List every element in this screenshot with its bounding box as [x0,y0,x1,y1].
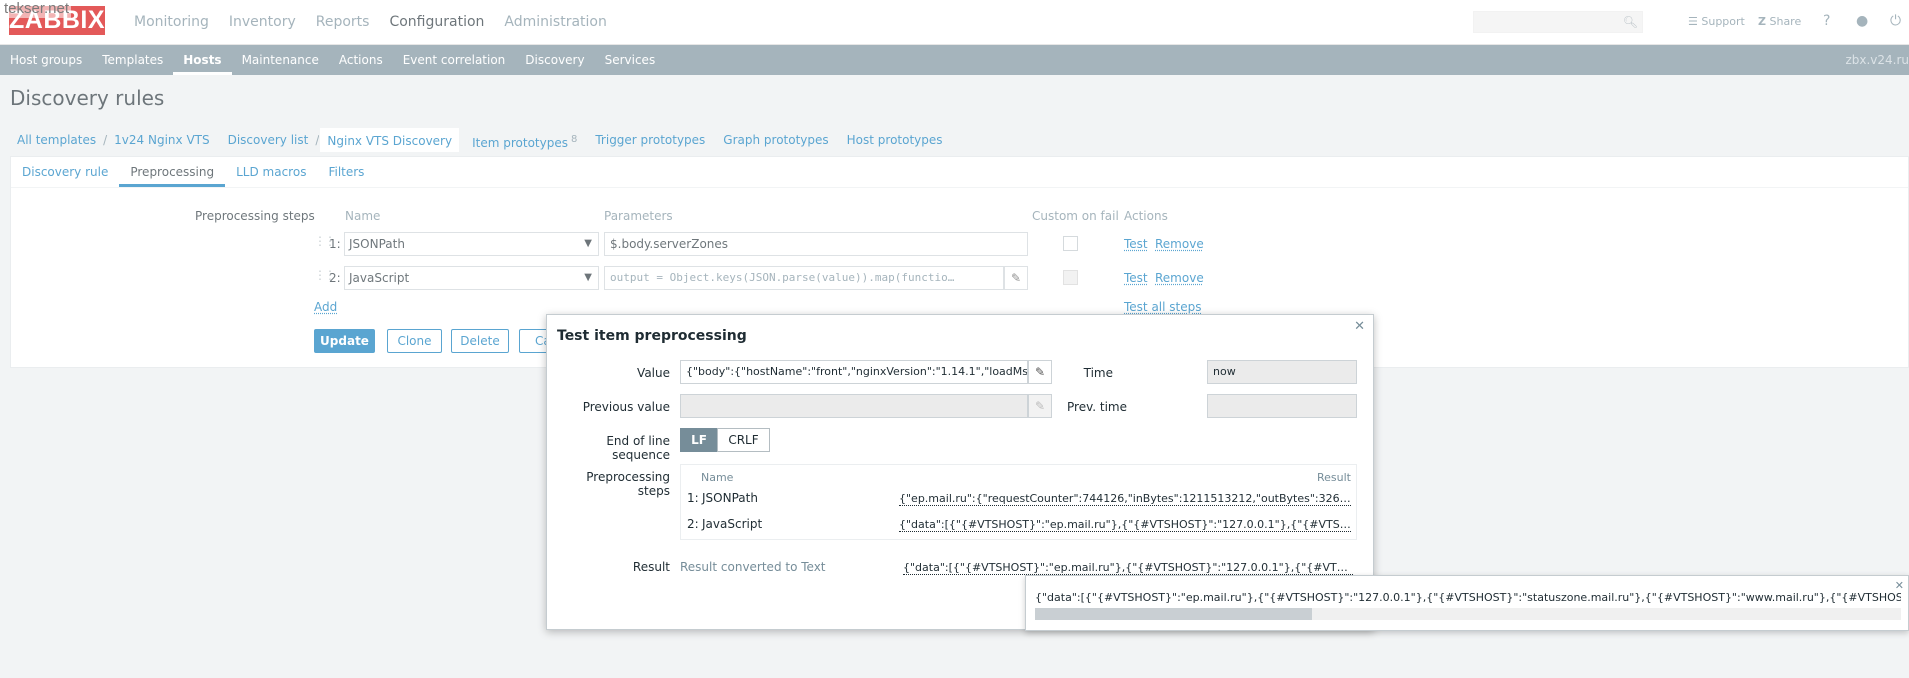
edit-icon[interactable]: ✎ [1028,360,1052,384]
prev-time-input[interactable] [1207,394,1357,418]
step-number: 2: [687,517,699,531]
result-label: Result [632,560,670,574]
dialog-title: Test item preprocessing [557,328,747,344]
edit-icon[interactable]: ✎ [1028,394,1052,418]
result-hint-popup: ✕ {"data":[{"{#VTSHOST}":"ep.mail.ru"},{… [1025,575,1909,631]
steps-result-table: Name Result 1: JSONPath {"ep.mail.ru":{"… [680,464,1357,540]
preprocessing-steps-label: Preprocessing steps [586,470,670,498]
time-input[interactable]: now [1207,360,1357,384]
column-result: Result [1317,471,1351,484]
result-value[interactable]: {"data":[{"{#VTSHOST}":"ep.mail.ru"},{"{… [903,561,1353,575]
eol-sequence-label: End of line sequence [606,434,670,462]
prev-time-label: Prev. time [1067,400,1127,414]
close-icon[interactable]: ✕ [1354,319,1365,334]
eol-lf-option[interactable]: LF [680,428,718,452]
step-name: JSONPath [702,491,758,505]
eol-crlf-option[interactable]: CRLF [717,428,770,452]
step-number: 1: [687,491,699,505]
step-name: JavaScript [702,517,763,531]
value-input[interactable]: {"body":{"hostName":"front","nginxVersio… [680,360,1028,384]
scrollbar-thumb[interactable] [1035,608,1313,620]
previous-value-label: Previous value [582,400,670,414]
step-result[interactable]: {"ep.mail.ru":{"requestCounter":744126,"… [899,492,1351,506]
hint-text: {"data":[{"{#VTSHOST}":"ep.mail.ru"},{"{… [1035,591,1901,604]
column-name: Name [701,471,734,484]
horizontal-scrollbar[interactable] [1035,608,1901,620]
result-note: Result converted to Text [680,560,826,574]
time-label: Time [1083,366,1113,380]
step-result[interactable]: {"data":[{"{#VTSHOST}":"ep.mail.ru"},{"{… [899,518,1351,532]
value-label: Value [637,366,670,380]
previous-value-input[interactable] [680,394,1028,418]
